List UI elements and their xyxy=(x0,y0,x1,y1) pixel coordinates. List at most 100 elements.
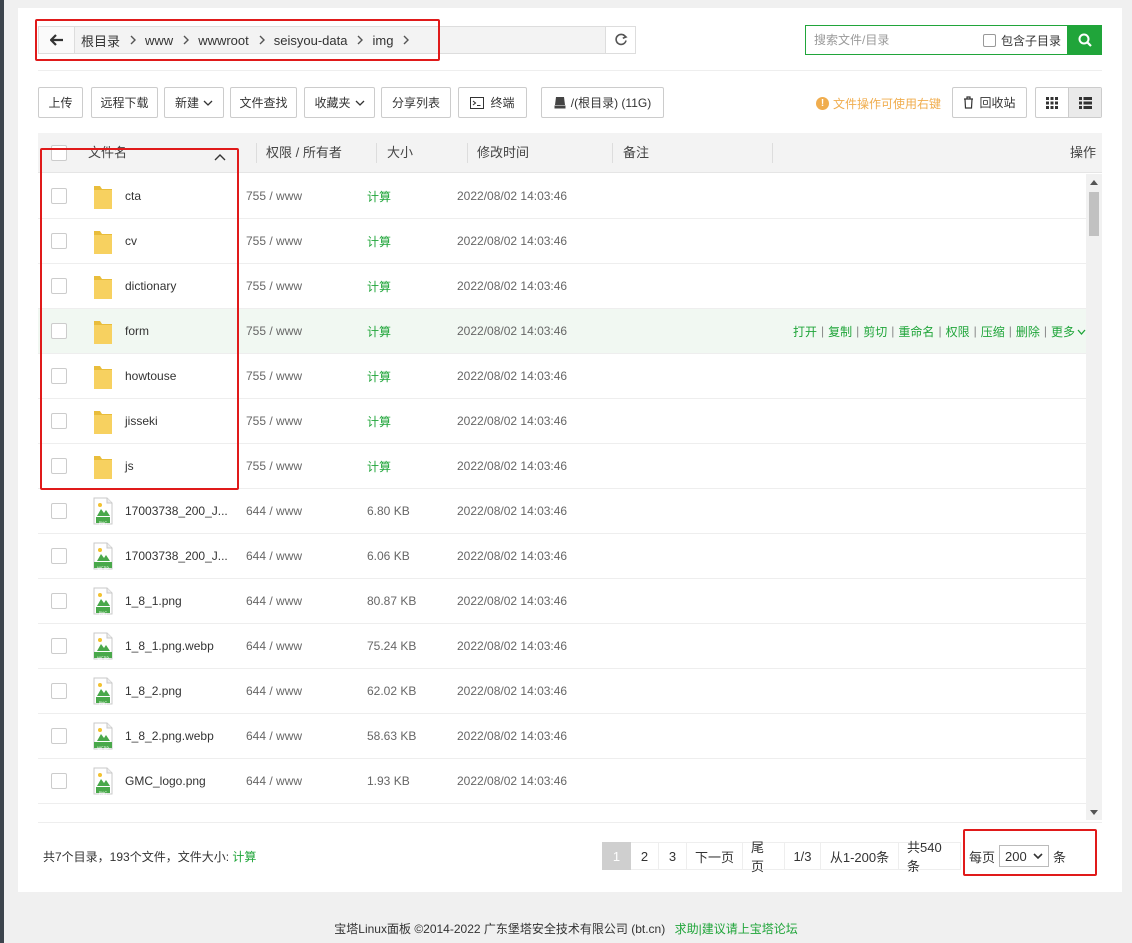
row-checkbox[interactable] xyxy=(51,683,67,699)
row-checkbox[interactable] xyxy=(51,278,67,294)
calc-size-link[interactable]: 计算 xyxy=(367,309,391,353)
row-checkbox[interactable] xyxy=(51,233,67,249)
file-permission[interactable]: 644 / www xyxy=(246,624,302,668)
path-input-area[interactable] xyxy=(418,27,473,53)
table-row[interactable]: jisseki 755 / www 计算 2022/08/02 14:03:46 xyxy=(38,399,1086,444)
file-permission[interactable]: 644 / www xyxy=(246,579,302,623)
file-permission[interactable]: 755 / www xyxy=(246,219,302,263)
file-permission[interactable]: 755 / www xyxy=(246,264,302,308)
file-permission[interactable]: 644 / www xyxy=(246,759,302,803)
refresh-button[interactable] xyxy=(605,27,635,53)
column-header-perm[interactable]: 权限 / 所有者 xyxy=(266,133,342,173)
table-row[interactable]: WEBP 17003738_200_J... 644 / www 6.06 KB 202… xyxy=(38,534,1086,579)
table-row[interactable]: PNG 1_8_1.png 644 / www 80.87 KB 2022/08/02 … xyxy=(38,579,1086,624)
file-permission[interactable]: 644 / www xyxy=(246,489,302,533)
row-action-link[interactable]: 压缩 xyxy=(981,323,1005,340)
file-name[interactable]: dictionary xyxy=(125,264,176,308)
terminal-button[interactable]: 终端 xyxy=(458,87,527,118)
select-all-checkbox[interactable] xyxy=(51,145,67,161)
forum-link[interactable]: 求助|建议请上宝塔论坛 xyxy=(675,922,798,936)
page-2-button[interactable]: 2 xyxy=(631,842,659,870)
calc-size-link[interactable]: 计算 xyxy=(367,354,391,398)
file-permission[interactable]: 755 / www xyxy=(246,309,302,353)
breadcrumb-item[interactable]: wwwroot xyxy=(198,33,274,48)
calc-size-link[interactable]: 计算 xyxy=(367,399,391,443)
file-name[interactable]: 1_8_1.png.webp xyxy=(125,624,214,668)
scrollbar[interactable] xyxy=(1086,174,1102,820)
table-row[interactable]: howtouse 755 / www 计算 2022/08/02 14:03:46 xyxy=(38,354,1086,399)
file-permission[interactable]: 755 / www xyxy=(246,174,302,218)
breadcrumb-item[interactable]: 根目录 xyxy=(81,31,145,50)
file-name[interactable]: cv xyxy=(125,219,137,263)
file-permission[interactable]: 755 / www xyxy=(246,444,302,488)
calc-size-link[interactable]: 计算 xyxy=(367,174,391,218)
file-name[interactable]: 17003738_200_J... xyxy=(125,489,228,533)
row-action-link[interactable]: 打开 xyxy=(793,323,817,340)
file-search-button[interactable]: 文件查找 xyxy=(230,87,297,118)
file-name[interactable]: GMC_logo.png xyxy=(125,759,206,803)
file-name[interactable]: 1_8_2.png xyxy=(125,669,182,713)
search-button[interactable] xyxy=(1067,25,1102,55)
row-checkbox[interactable] xyxy=(51,503,67,519)
last-page-button[interactable]: 尾页 xyxy=(743,840,785,874)
row-checkbox[interactable] xyxy=(51,188,67,204)
file-name[interactable]: jisseki xyxy=(125,399,158,443)
table-row[interactable]: form 755 / www 计算 2022/08/02 14:03:46 打开 | 复制 |… xyxy=(38,309,1086,354)
row-checkbox[interactable] xyxy=(51,368,67,384)
row-action-link[interactable]: 重命名 xyxy=(898,323,934,340)
file-permission[interactable]: 644 / www xyxy=(246,714,302,758)
page-1-button[interactable]: 1 xyxy=(602,842,631,870)
row-action-link[interactable]: 剪切 xyxy=(863,323,887,340)
breadcrumb-item[interactable]: img xyxy=(372,33,418,48)
table-row[interactable]: cv 755 / www 计算 2022/08/02 14:03:46 xyxy=(38,219,1086,264)
favorites-dropdown-button[interactable]: 收藏夹 xyxy=(304,87,375,118)
file-name[interactable]: 17003738_200_J... xyxy=(125,534,228,578)
next-page-button[interactable]: 下一页 xyxy=(687,842,743,870)
column-header-name[interactable]: 文件名 xyxy=(88,133,127,173)
upload-button[interactable]: 上传 xyxy=(38,87,83,118)
row-checkbox[interactable] xyxy=(51,728,67,744)
file-permission[interactable]: 644 / www xyxy=(246,534,302,578)
row-checkbox[interactable] xyxy=(51,458,67,474)
share-list-button[interactable]: 分享列表 xyxy=(381,87,451,118)
file-name[interactable]: js xyxy=(125,444,134,488)
breadcrumb-item[interactable]: seisyou-data xyxy=(274,33,373,48)
row-checkbox[interactable] xyxy=(51,548,67,564)
calc-size-link[interactable]: 计算 xyxy=(367,219,391,263)
calc-size-link[interactable]: 计算 xyxy=(367,444,391,488)
row-checkbox[interactable] xyxy=(51,323,67,339)
file-permission[interactable]: 755 / www xyxy=(246,354,302,398)
table-row[interactable]: WEBP 1_8_2.png.webp 644 / www 58.63 KB 2022/… xyxy=(38,714,1086,759)
file-name[interactable]: cta xyxy=(125,174,141,218)
list-view-button[interactable] xyxy=(1068,88,1101,117)
row-checkbox[interactable] xyxy=(51,593,67,609)
calc-total-size-link[interactable]: 计算 xyxy=(232,850,256,864)
new-dropdown-button[interactable]: 新建 xyxy=(164,87,224,118)
scroll-down-arrow[interactable] xyxy=(1090,810,1098,815)
table-row[interactable]: WEBP 1_8_1.png.webp 644 / www 75.24 KB 2022/… xyxy=(38,624,1086,669)
checkbox[interactable] xyxy=(982,33,996,47)
table-row[interactable]: dictionary 755 / www 计算 2022/08/02 14:03:46 xyxy=(38,264,1086,309)
back-button[interactable] xyxy=(39,27,75,53)
column-header-size[interactable]: 大小 xyxy=(387,133,413,173)
row-action-link[interactable]: 复制 xyxy=(828,323,852,340)
include-subdir-checkbox[interactable]: 包含子目录 xyxy=(982,32,1061,49)
row-action-link[interactable]: 权限 xyxy=(946,323,970,340)
row-checkbox[interactable] xyxy=(51,413,67,429)
page-3-button[interactable]: 3 xyxy=(659,842,687,870)
row-action-link[interactable]: 删除 xyxy=(1016,323,1040,340)
row-checkbox[interactable] xyxy=(51,638,67,654)
file-permission[interactable]: 755 / www xyxy=(246,399,302,443)
calc-size-link[interactable]: 计算 xyxy=(367,264,391,308)
table-row[interactable]: PNG 1_8_2.png 644 / www 62.02 KB 2022/08/02 … xyxy=(38,669,1086,714)
file-name[interactable]: howtouse xyxy=(125,354,176,398)
scrollbar-thumb[interactable] xyxy=(1089,192,1099,236)
remote-download-button[interactable]: 远程下载 xyxy=(91,87,158,118)
row-action-link[interactable]: 更多 xyxy=(1051,323,1075,340)
file-name[interactable]: 1_8_2.png.webp xyxy=(125,714,214,758)
breadcrumb-item[interactable]: www xyxy=(145,33,198,48)
file-name[interactable]: 1_8_1.png xyxy=(125,579,182,623)
file-name[interactable]: form xyxy=(125,309,149,353)
per-page-select[interactable]: 200 xyxy=(999,845,1050,867)
table-row[interactable]: cta 755 / www 计算 2022/08/02 14:03:46 xyxy=(38,174,1086,219)
